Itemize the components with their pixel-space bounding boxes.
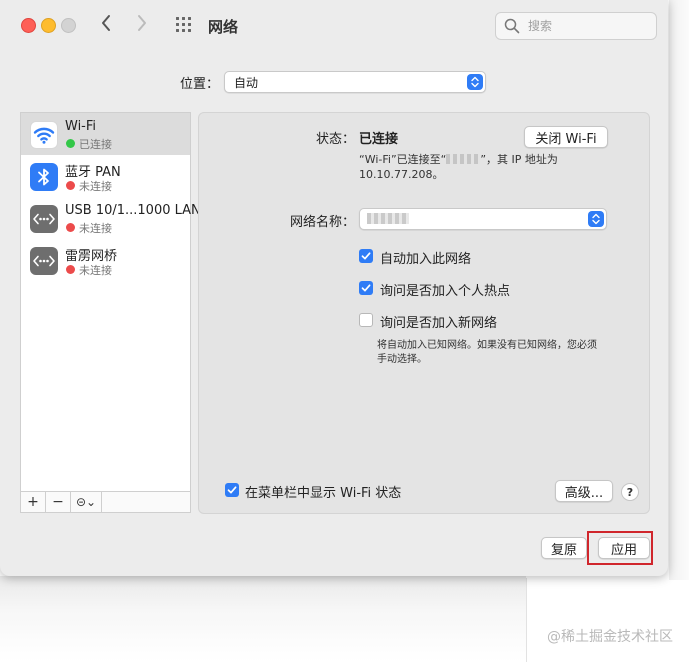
checkmark-icon [227, 486, 237, 494]
apply-button-highlight [587, 531, 653, 565]
service-status: 未连接 [79, 264, 112, 277]
service-item-wifi[interactable]: Wi-Fi 已连接 [21, 113, 190, 155]
watermark: @稀土掘金技术社区 [547, 629, 673, 645]
auto-join-checkbox[interactable] [359, 249, 373, 263]
minimize-window-button[interactable] [41, 18, 56, 33]
search-input[interactable] [526, 16, 650, 36]
close-window-button[interactable] [21, 18, 36, 33]
updown-chevron-icon [588, 211, 604, 227]
status-dot [66, 181, 75, 190]
ask-new-network-description-2: 手动选择。 [377, 354, 427, 365]
ask-hotspot-label: 询问是否加入个人热点 [380, 284, 511, 299]
service-list: Wi-Fi 已连接 蓝牙 PAN 未连接 USB 10/1...1000 LAN [20, 112, 201, 494]
desktop-background-right [669, 0, 689, 580]
ask-new-network-label: 询问是否加入新网络 [380, 316, 498, 331]
background-divider [526, 578, 527, 662]
toolbar-divider [101, 492, 102, 512]
show-wifi-in-menubar-checkbox[interactable] [225, 483, 239, 497]
location-label: 位置： [180, 77, 220, 92]
show-wifi-in-menubar-label: 在菜单栏中显示 Wi-Fi 状态 [245, 486, 402, 501]
status-value: 已连接 [359, 132, 399, 147]
ethernet-icon [30, 247, 58, 275]
redacted-network-name [446, 154, 481, 164]
status-dot [66, 223, 75, 232]
network-name-label: 网络名称： [290, 215, 356, 230]
checkmark-icon [361, 252, 371, 260]
service-status: 未连接 [79, 222, 112, 235]
turn-off-wifi-button[interactable]: 关闭 Wi-Fi [524, 126, 608, 148]
ethernet-icon [30, 205, 58, 233]
checkmark-icon [361, 284, 371, 292]
advanced-button[interactable]: 高级... [555, 480, 613, 502]
search-icon [504, 18, 520, 34]
window-title: 网络 [208, 18, 239, 36]
status-description: “Wi-Fi”已连接至“ ”，其 IP 地址为 [359, 151, 558, 167]
service-status: 未连接 [79, 180, 112, 193]
location-select[interactable]: 自动 [224, 71, 486, 93]
service-name: USB 10/1...1000 LAN [65, 203, 201, 218]
chevron-right-icon [138, 15, 146, 31]
status-dot [66, 265, 75, 274]
ask-new-network-description: 将自动加入已知网络。如果没有已知网络，您必须 [377, 340, 597, 351]
status-description-part2: ”，其 IP 地址为 [480, 153, 558, 166]
status-label: 状态： [316, 132, 356, 147]
network-name-select[interactable] [359, 208, 607, 230]
title-bar: 网络 [0, 0, 668, 52]
service-item-usb-lan[interactable]: USB 10/1...1000 LAN 未连接 [21, 197, 201, 239]
ip-address-text: 10.10.77.208。 [359, 168, 444, 181]
network-preferences-window: 网络 位置： 自动 Wi-Fi [0, 0, 668, 576]
wifi-icon [30, 121, 58, 149]
add-service-button[interactable]: + [21, 492, 45, 512]
status-dot [66, 139, 75, 148]
zoom-window-button[interactable] [61, 18, 76, 33]
action-menu-button[interactable]: ⊝⌄ [71, 492, 101, 512]
updown-chevron-icon [467, 74, 483, 90]
remove-service-button[interactable]: − [46, 492, 70, 512]
bluetooth-icon [30, 163, 58, 191]
ask-hotspot-checkbox[interactable] [359, 281, 373, 295]
chevron-left-icon [102, 15, 110, 31]
service-status: 已连接 [79, 138, 112, 151]
revert-button[interactable]: 复原 [541, 537, 587, 559]
service-item-thunderbolt-bridge[interactable]: 雷雳网桥 未连接 [21, 239, 190, 281]
ask-new-network-checkbox[interactable] [359, 313, 373, 327]
service-item-bluetooth-pan[interactable]: 蓝牙 PAN 未连接 [21, 155, 190, 197]
desktop-background [0, 576, 526, 662]
show-all-grid-icon[interactable] [176, 17, 194, 33]
status-description-part1: “Wi-Fi”已连接至“ [359, 153, 447, 166]
forward-button[interactable] [136, 13, 148, 38]
redacted-network-name [367, 213, 409, 224]
location-value: 自动 [234, 76, 259, 90]
auto-join-label: 自动加入此网络 [380, 252, 472, 267]
service-list-toolbar: + − ⊝⌄ [20, 491, 191, 513]
service-name: Wi-Fi [65, 119, 97, 134]
search-field[interactable] [495, 12, 657, 40]
back-button[interactable] [100, 13, 112, 38]
help-button[interactable]: ? [621, 483, 639, 501]
